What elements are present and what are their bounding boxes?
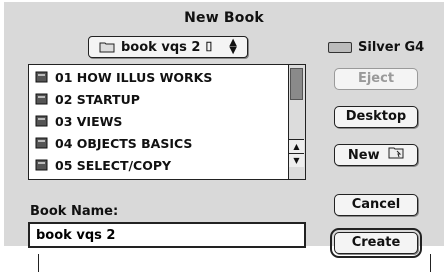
desktop-button[interactable]: Desktop <box>334 106 418 128</box>
volume-indicator: Silver G4 <box>328 40 424 55</box>
create-button[interactable]: Create <box>330 228 422 258</box>
book-icon <box>35 93 49 105</box>
new-button-label: New <box>347 148 380 163</box>
list-item-label: 04 OBJECTS BASICS <box>55 135 193 151</box>
scroll-down-arrow-icon[interactable]: ▼ <box>289 153 304 167</box>
book-icon <box>35 159 49 171</box>
list-scrollbar[interactable]: ▲ ▼ <box>288 65 305 179</box>
list-item[interactable]: 01 HOW ILLUS WORKS <box>35 67 212 87</box>
scroll-up-arrow-icon[interactable]: ▲ <box>289 139 304 153</box>
new-folder-icon <box>388 145 404 166</box>
book-name-label: Book Name: <box>30 204 119 219</box>
book-icon <box>35 115 49 127</box>
list-item[interactable]: 03 VIEWS <box>35 111 122 131</box>
eject-button[interactable]: Eject <box>334 68 418 90</box>
book-name-field[interactable] <box>28 222 306 248</box>
list-item-label: 02 STARTUP <box>55 91 140 107</box>
cancel-button[interactable]: Cancel <box>334 194 418 216</box>
list-item[interactable]: 04 OBJECTS BASICS <box>35 133 192 153</box>
new-button[interactable]: New <box>334 144 418 166</box>
folder-icon <box>99 41 115 53</box>
dialog-title: New Book <box>184 10 264 26</box>
folder-popup-label: book vqs 2 ⌷ <box>121 39 213 55</box>
list-item-label: 03 VIEWS <box>55 113 123 129</box>
volume-label: Silver G4 <box>358 40 425 55</box>
callout-line <box>38 254 39 272</box>
book-icon <box>35 71 49 83</box>
list-item-label: 05 SELECT/COPY <box>55 157 172 173</box>
callout-line <box>430 254 431 272</box>
hard-drive-icon <box>328 42 352 53</box>
book-icon <box>35 137 49 149</box>
folder-popup-menu[interactable]: book vqs 2 ⌷ ▲ ▼ <box>88 36 248 58</box>
scrollbar-thumb[interactable] <box>290 68 303 100</box>
list-item[interactable]: 05 SELECT/COPY <box>35 155 171 175</box>
file-list[interactable]: 01 HOW ILLUS WORKS 02 STARTUP 03 VIEWS 0… <box>28 64 306 180</box>
popup-arrows-icon: ▲ ▼ <box>229 37 237 56</box>
list-item-label: 01 HOW ILLUS WORKS <box>55 69 213 85</box>
list-item[interactable]: 02 STARTUP <box>35 89 140 109</box>
